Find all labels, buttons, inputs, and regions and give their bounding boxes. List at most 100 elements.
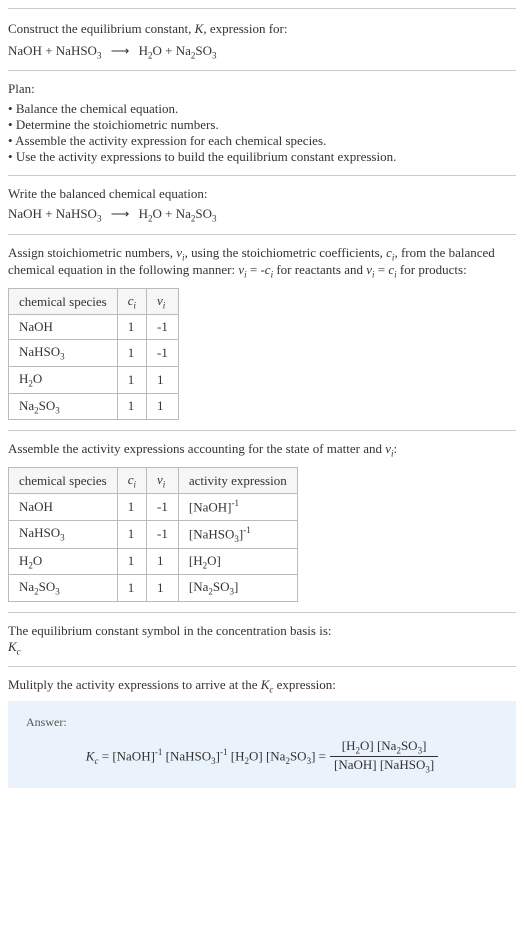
table-row: H2O 1 1 [H2O]	[9, 548, 298, 575]
th-c-i: i	[134, 300, 137, 310]
sp-a: NaHSO	[19, 344, 60, 359]
prompt-section: Construct the equilibrium constant, K, e…	[8, 8, 516, 70]
beq-lhs1: NaOH	[8, 206, 42, 221]
cell-c: 1	[117, 315, 146, 340]
beq-rhs2sub2: 3	[212, 214, 217, 224]
sp-a: H	[19, 371, 28, 386]
stoich-intro: Assign stoichiometric numbers, νi, using…	[8, 245, 516, 280]
th-species: chemical species	[9, 467, 118, 494]
eq-plus2: +	[162, 43, 176, 58]
asp-a: Na	[19, 579, 34, 594]
beq-plus1: +	[42, 206, 56, 221]
mul-a: Mulitply the activity expressions to arr…	[8, 677, 261, 692]
stoich-id: for reactants and	[273, 262, 366, 277]
answer-box: Answer: Kc = [NaOH]-1 [NaHSO3]-1 [H2O] […	[8, 701, 516, 788]
table-row: Na2SO3 1 1	[9, 393, 179, 420]
kc-c: c	[17, 646, 21, 656]
eq-rhs2sub2: 3	[212, 50, 217, 60]
eq-rhs1a: H	[139, 43, 148, 58]
cell-species: Na2SO3	[9, 575, 118, 602]
cell-nu: 1	[147, 367, 179, 394]
mul-b: expression:	[273, 677, 335, 692]
cell-species: NaHSO3	[9, 340, 118, 367]
num-a: [H	[342, 738, 356, 753]
act-sup: -1	[231, 498, 239, 508]
ans-left: Kc = [NaOH]-1 [NaHSO3]-1 [H2O] [Na2SO3] …	[86, 747, 326, 766]
num-c: SO	[401, 738, 418, 753]
activity-table: chemical species ci νi activity expressi…	[8, 467, 298, 602]
den-a: [NaOH] [NaHSO	[334, 757, 425, 772]
asp-a: NaOH	[19, 499, 53, 514]
sp-b: SO	[39, 398, 56, 413]
beq-rhs1b: O	[152, 206, 161, 221]
asp-a: H	[19, 553, 28, 568]
multiply-text: Mulitply the activity expressions to arr…	[8, 677, 516, 695]
cell-nu: -1	[147, 520, 179, 548]
beq-rhs2b: SO	[195, 206, 212, 221]
asp-a: NaHSO	[19, 525, 60, 540]
activity-section: Assemble the activity expressions accoun…	[8, 430, 516, 612]
act-b: O]	[207, 553, 221, 568]
cell-nu: 1	[147, 575, 179, 602]
cell-species: Na2SO3	[9, 393, 118, 420]
cell-species: NaOH	[9, 494, 118, 520]
cell-c: 1	[117, 494, 146, 520]
cell-species: H2O	[9, 548, 118, 575]
asp-b: O	[33, 553, 42, 568]
cell-c: 1	[117, 340, 146, 367]
cell-activity: [H2O]	[178, 548, 297, 575]
cell-species: NaHSO3	[9, 520, 118, 548]
ans-sup2: -1	[220, 747, 228, 757]
act-sub2: 3	[229, 587, 234, 597]
activity-title: Assemble the activity expressions accoun…	[8, 441, 516, 459]
multiply-section: Mulitply the activity expressions to arr…	[8, 666, 516, 798]
eq-rhs2b: SO	[195, 43, 212, 58]
cell-c: 1	[117, 575, 146, 602]
cell-activity: [NaHSO3]-1	[178, 520, 297, 548]
eq-lhs2sub: 3	[97, 50, 102, 60]
cell-c: 1	[117, 520, 146, 548]
balanced-section: Write the balanced chemical equation: Na…	[8, 175, 516, 234]
ans-t3b: O]	[249, 748, 263, 763]
stoich-ia: Assign stoichiometric numbers,	[8, 245, 176, 260]
answer-label: Answer:	[26, 715, 498, 730]
stoich-eq1: = -	[247, 262, 265, 277]
act-b: SO	[213, 579, 230, 594]
beq-arrow-icon: ⟶	[105, 206, 136, 221]
cell-species: H2O	[9, 367, 118, 394]
th-activity: activity expression	[178, 467, 297, 494]
eq-rhs2a: Na	[176, 43, 191, 58]
ath-c-i: i	[134, 479, 137, 489]
ath-nu-i: i	[163, 479, 166, 489]
stoich-eq2: =	[375, 262, 389, 277]
fraction-numerator: [H2O] [Na2SO3]	[330, 738, 438, 757]
table-row: H2O 1 1	[9, 367, 179, 394]
balanced-equation: NaOH + NaHSO3 ⟶ H2O + Na2SO3	[8, 206, 516, 224]
sp-b: O	[33, 371, 42, 386]
kc-k: K	[8, 639, 17, 654]
stoich-ie: for products:	[397, 262, 467, 277]
ans-t4a: [Na	[266, 748, 286, 763]
beq-lhs2a: NaHSO	[56, 206, 97, 221]
act-title-b: :	[394, 441, 398, 456]
num-d: ]	[422, 738, 426, 753]
asp-sub2: 3	[55, 587, 60, 597]
th-nu: νi	[147, 288, 179, 315]
cell-c: 1	[117, 393, 146, 420]
eq-lhs2a: NaHSO	[56, 43, 97, 58]
beq-lhs2sub: 3	[97, 214, 102, 224]
ans-eq: =	[98, 748, 112, 763]
table-row: Na2SO3 1 1 [Na2SO3]	[9, 575, 298, 602]
th-species: chemical species	[9, 288, 118, 315]
cell-nu: -1	[147, 494, 179, 520]
stoich-section: Assign stoichiometric numbers, νi, using…	[8, 234, 516, 431]
beq-rhs2a: Na	[176, 206, 191, 221]
eq-rhs1b: O	[152, 43, 161, 58]
sp-a: Na	[19, 398, 34, 413]
arrow-icon: ⟶	[105, 43, 136, 58]
prompt-part1: Construct the equilibrium constant,	[8, 21, 195, 36]
num-b: O] [Na	[360, 738, 396, 753]
eq-plus1: +	[42, 43, 56, 58]
th-nu: νi	[147, 467, 179, 494]
act-a: [NaOH]	[189, 500, 232, 515]
